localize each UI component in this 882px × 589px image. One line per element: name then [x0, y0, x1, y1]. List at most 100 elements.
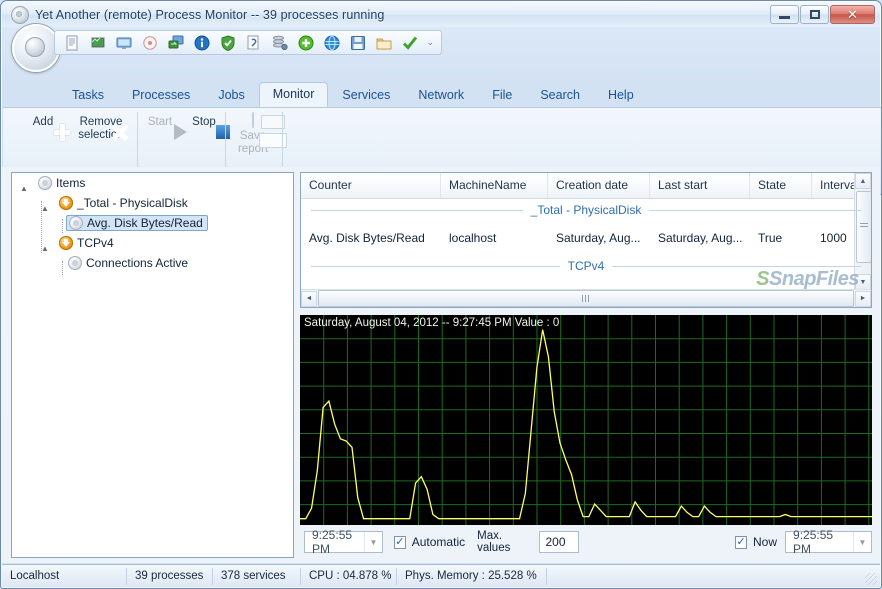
grid-vertical-scrollbar[interactable]: ▲ ▼ [854, 173, 871, 290]
save-disk-icon [252, 112, 254, 128]
column-header-interval[interactable]: Interva [812, 173, 857, 198]
start-time-value: 9:25:55 PM [312, 528, 353, 556]
scroll-left-button[interactable]: ◄ [301, 290, 317, 307]
start-time-combo[interactable]: 9:25:55 PM ▼ [304, 528, 383, 556]
gear-icon [69, 216, 83, 230]
grid-group-header: _Total - PhysicalDisk [301, 199, 871, 221]
minimize-button[interactable] [770, 5, 799, 24]
window-controls: ✕ [770, 5, 875, 24]
cell-state: True [758, 231, 783, 245]
chevron-down-icon[interactable]: ▼ [853, 532, 871, 552]
ribbon: ⌄ Tasks Processes Jobs Monitor Services … [2, 24, 881, 195]
remove-selection-button[interactable]: Remove selection [70, 113, 132, 142]
group-separator [282, 112, 283, 173]
tab-services[interactable]: Services [328, 83, 404, 107]
checkmark-icon[interactable] [402, 35, 418, 51]
new-document-icon[interactable] [64, 35, 80, 51]
save-report-button[interactable]: Save report [224, 112, 282, 156]
table-row[interactable]: Avg. Disk Bytes/Read localhost Saturday,… [301, 221, 871, 255]
grid-header-row: Counter MachineName Creation date Last s… [301, 173, 871, 199]
column-header-last-start[interactable]: Last start [650, 173, 750, 198]
tree-item-label: _Total - PhysicalDisk [77, 196, 188, 210]
chevron-expanded-icon[interactable]: ▲ [20, 179, 29, 193]
max-values-input[interactable]: 200 [539, 531, 580, 553]
tab-help[interactable]: Help [594, 83, 648, 107]
window-title: Yet Another (remote) Process Monitor -- … [35, 7, 385, 22]
scroll-up-button[interactable]: ▲ [855, 173, 871, 189]
tree-item-label: TCPv4 [77, 236, 114, 250]
chevron-down-icon[interactable]: ▼ [364, 532, 382, 552]
add-circle-icon[interactable] [298, 35, 314, 51]
scrollbar-thumb[interactable] [856, 191, 871, 263]
orange-arrow-icon [59, 236, 73, 250]
ribbon-tabs: Tasks Processes Jobs Monitor Services Ne… [58, 82, 648, 107]
status-bar: Localhost 39 processes 378 services CPU … [2, 564, 880, 587]
save-disk-icon[interactable] [350, 35, 366, 51]
thumb-grip [860, 223, 868, 229]
automatic-label: Automatic [411, 535, 466, 549]
chart-panel: Saturday, August 04, 2012 -- 9:27:45 PM … [300, 315, 872, 558]
maximize-button[interactable] [800, 5, 829, 24]
tab-monitor[interactable]: Monitor [258, 82, 329, 107]
tree-item-avg-disk-bytes-read[interactable]: Avg. Disk Bytes/Read [12, 213, 293, 233]
database-stack-icon[interactable] [272, 35, 288, 51]
tab-network[interactable]: Network [404, 83, 478, 107]
scroll-right-button[interactable]: ► [855, 290, 871, 307]
counter-tree[interactable]: ▲ Items ▲ _Total - PhysicalDisk Avg. Dis… [11, 172, 294, 558]
tree-item-label: Items [56, 176, 86, 190]
scroll-down-button[interactable]: ▼ [855, 274, 871, 290]
attachment-icon[interactable] [246, 35, 262, 51]
resize-grip[interactable] [865, 573, 877, 585]
application-menu-button[interactable] [12, 24, 60, 72]
chevron-expanded-icon[interactable]: ▲ [41, 239, 50, 253]
folder-icon[interactable] [376, 35, 392, 51]
gear-icon [68, 256, 82, 270]
grid-group-label: TCPv4 [559, 259, 613, 273]
tab-tasks[interactable]: Tasks [58, 83, 118, 107]
add-button[interactable]: Add [12, 113, 74, 129]
status-host: Localhost [2, 567, 127, 585]
end-time-combo[interactable]: 9:25:55 PM ▼ [785, 528, 872, 556]
cell-interval: 1000 [820, 231, 847, 245]
chevron-expanded-icon[interactable]: ▲ [41, 199, 50, 213]
tab-jobs[interactable]: Jobs [204, 83, 258, 107]
info-icon[interactable] [194, 35, 210, 51]
toolbar-overflow-icon[interactable]: ⌄ [426, 37, 434, 48]
grid-group-header: TCPv4 [301, 255, 871, 277]
close-icon: ✕ [847, 7, 858, 22]
close-button[interactable]: ✕ [830, 5, 875, 24]
globe-icon[interactable] [324, 35, 340, 51]
end-time-value: 9:25:55 PM [793, 528, 834, 556]
screen-capture-icon[interactable] [90, 35, 106, 51]
grid-horizontal-scrollbar[interactable]: ◄ ► [301, 289, 871, 307]
orange-arrow-icon [59, 196, 73, 210]
now-checkbox[interactable]: ✓ [735, 535, 748, 549]
status-processes: 39 processes [127, 567, 213, 585]
performance-chart[interactable]: Saturday, August 04, 2012 -- 9:27:45 PM … [300, 315, 872, 525]
column-header-creation-date[interactable]: Creation date [548, 173, 650, 198]
scrollbar-thumb[interactable] [318, 290, 854, 307]
shield-icon[interactable] [220, 34, 236, 51]
maximize-icon [809, 10, 820, 19]
counters-grid[interactable]: Counter MachineName Creation date Last s… [300, 172, 872, 308]
column-header-machinename[interactable]: MachineName [441, 173, 548, 198]
tree-item-label: Connections Active [86, 256, 189, 270]
tree-item-connections-active[interactable]: Connections Active [12, 253, 293, 273]
tree-item-tcpv4[interactable]: ▲ TCPv4 [12, 233, 293, 253]
tab-processes[interactable]: Processes [118, 83, 204, 107]
tree-item-total-physicaldisk[interactable]: ▲ _Total - PhysicalDisk [12, 193, 293, 213]
column-header-state[interactable]: State [750, 173, 812, 198]
checkmark-icon: ✓ [395, 535, 405, 548]
tab-search[interactable]: Search [526, 83, 594, 107]
tab-file[interactable]: File [478, 83, 526, 107]
status-cpu: CPU : 04.878 % [301, 567, 397, 585]
title-bar: Yet Another (remote) Process Monitor -- … [2, 2, 880, 27]
remote-desktop-icon[interactable] [168, 35, 184, 51]
monitor-icon[interactable] [116, 35, 132, 51]
add-button-label: Add [32, 116, 54, 128]
thumb-grip [582, 295, 590, 302]
tree-item-items[interactable]: ▲ Items [12, 173, 293, 193]
automatic-checkbox[interactable]: ✓ [394, 535, 406, 549]
column-header-counter[interactable]: Counter [301, 173, 441, 198]
record-icon[interactable] [142, 35, 158, 51]
